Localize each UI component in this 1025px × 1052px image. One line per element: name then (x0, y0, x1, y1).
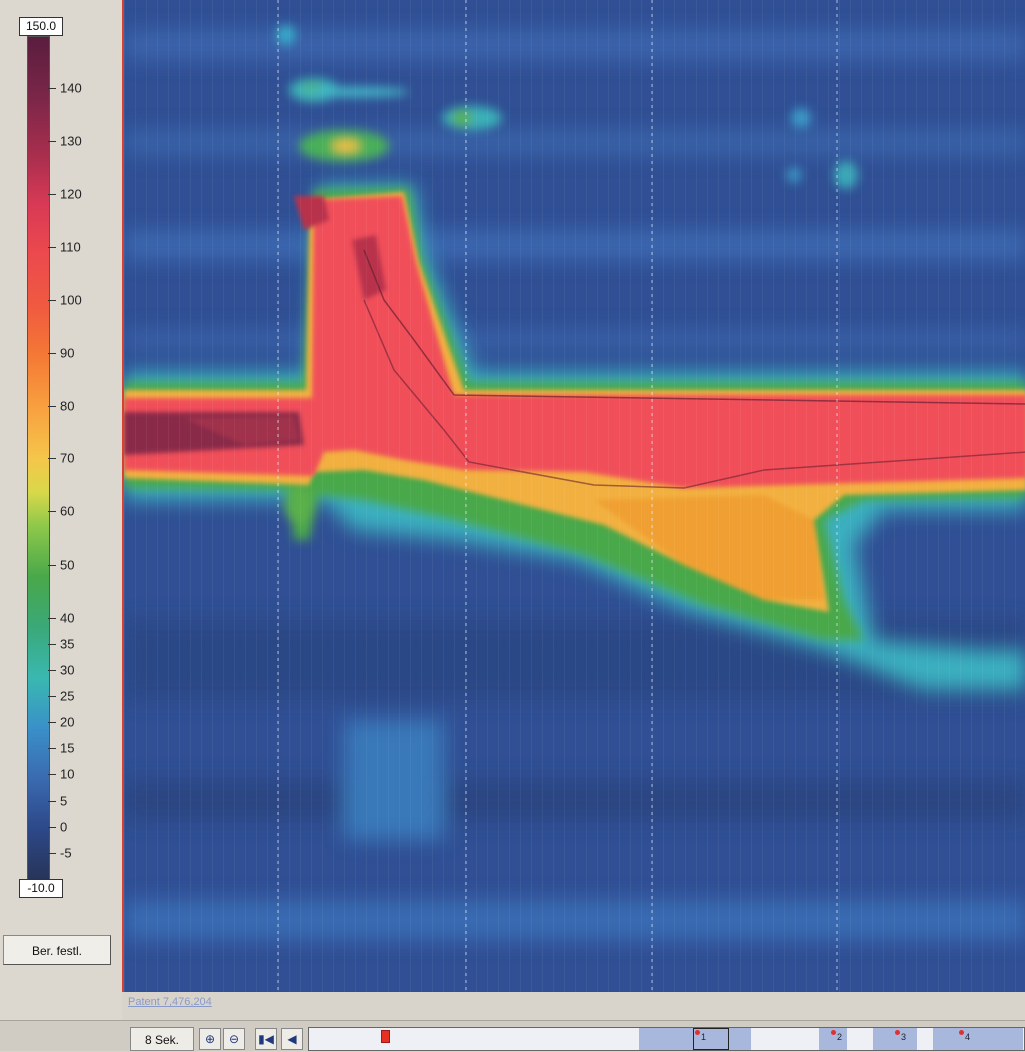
scale-tick (48, 246, 56, 248)
scale-tick (48, 800, 56, 802)
scale-tick-label: 120 (60, 186, 82, 202)
scale-tick (48, 722, 56, 724)
step-back-icon[interactable]: ◀ (281, 1028, 303, 1050)
scale-tick (48, 299, 56, 301)
fix-range-button[interactable]: Ber. festl. (3, 935, 111, 965)
scale-tick (48, 643, 56, 645)
scale-tick (48, 406, 56, 408)
scale-tick-label: 140 (60, 80, 82, 96)
scale-tick (48, 748, 56, 750)
timeline-track[interactable]: 1 2 3 4 (308, 1027, 1025, 1051)
scale-tick (48, 88, 56, 90)
scale-tick-label: 130 (60, 133, 82, 149)
scale-tick (48, 458, 56, 460)
timeline-marker[interactable]: 1 (694, 1030, 706, 1042)
scale-tick (48, 511, 56, 513)
scale-tick-label: -5 (60, 845, 72, 861)
timeline-segment[interactable] (933, 1028, 1023, 1050)
time-window-button[interactable]: 8 Sek. (130, 1027, 194, 1051)
scale-tick-label: 25 (60, 688, 75, 704)
scale-tick (48, 564, 56, 566)
scale-tick (48, 669, 56, 671)
scale-max-label: 150.0 (19, 17, 63, 36)
current-position-marker[interactable] (381, 1030, 390, 1043)
zoom-out-icon[interactable]: ⊖ (223, 1028, 245, 1050)
scale-tick-label: 20 (60, 714, 75, 730)
skip-start-icon[interactable]: ▮◀ (255, 1028, 277, 1050)
scale-tick-label: 40 (60, 610, 75, 626)
scale-tick-label: 15 (60, 740, 75, 756)
scale-tick (48, 774, 56, 776)
scale-tick (48, 194, 56, 196)
scale-tick (48, 696, 56, 698)
scale-tick (48, 826, 56, 828)
scale-tick-label: 0 (60, 819, 68, 835)
pressure-topography-plot[interactable] (122, 0, 1025, 992)
scale-min-label: -10.0 (19, 879, 63, 898)
scale-tick-label: 35 (60, 636, 75, 652)
timeline-marker[interactable]: 3 (894, 1030, 906, 1042)
color-scale-panel: 150.0 -10.0 140 130 120 110 100 90 80 70 60 50 40 3… (0, 0, 122, 1020)
scale-tick-label: 80 (60, 398, 75, 414)
topography-image (124, 0, 1025, 992)
scale-tick-label: 30 (60, 662, 75, 678)
scale-tick-label: 60 (60, 503, 75, 519)
scale-tick-label: 70 (60, 450, 75, 466)
scale-tick-label: 110 (60, 239, 81, 255)
scale-tick-label: 10 (60, 766, 75, 782)
scale-tick-label: 90 (60, 345, 75, 361)
patent-watermark: Patent 7,476,204 (128, 996, 212, 1008)
scale-tick (48, 352, 56, 354)
scale-tick (48, 852, 56, 854)
playback-toolbar: 8 Sek. ⊕ ⊖ ▮◀ ◀ 1 2 3 4 (0, 1020, 1025, 1051)
scale-tick-label: 50 (60, 557, 75, 573)
scale-tick-label: 100 (60, 292, 82, 308)
scale-tick (48, 141, 56, 143)
timeline-marker[interactable]: 4 (958, 1030, 970, 1042)
zoom-in-icon[interactable]: ⊕ (199, 1028, 221, 1050)
color-scale-bar (27, 36, 50, 881)
scale-tick-label: 5 (60, 793, 68, 809)
scale-tick (48, 617, 56, 619)
timeline-marker[interactable]: 2 (830, 1030, 842, 1042)
